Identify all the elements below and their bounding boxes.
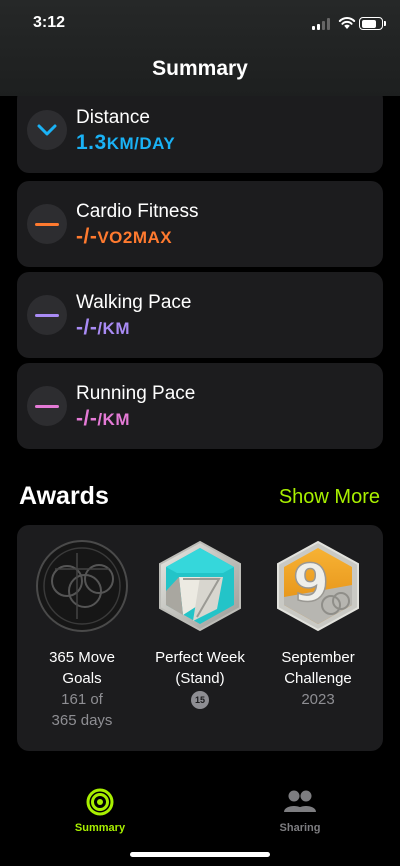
- award-year: 2023: [301, 691, 335, 708]
- 365-medal-icon: [36, 540, 128, 632]
- header-bar: 3:12 Summary: [0, 0, 400, 96]
- awards-heading: Awards: [19, 482, 109, 510]
- medal-number: 9: [293, 554, 329, 614]
- award-365-move-goals[interactable]: 365 Move Goals 161 of 365 days: [27, 539, 137, 731]
- tab-summary[interactable]: Summary: [55, 788, 145, 834]
- award-progress: 161 of 365 days: [51, 691, 113, 729]
- september-challenge-medal-icon: 9: [277, 540, 359, 632]
- award-count-badge: 15: [191, 691, 209, 709]
- dash-indicator: [27, 386, 67, 426]
- metric-label: Cardio Fitness: [76, 201, 199, 222]
- battery-icon: [359, 17, 386, 30]
- activity-rings-icon: [86, 788, 114, 816]
- tab-label: Sharing: [279, 822, 321, 834]
- metric-card-distance[interactable]: Distance 1.3KM/DAY: [17, 87, 383, 173]
- status-time: 3:12: [33, 14, 66, 31]
- metric-value: -/-/KM: [76, 407, 130, 430]
- cellular-signal-icon: [312, 18, 330, 30]
- metric-card-walking-pace[interactable]: Walking Pace -/-/KM: [17, 272, 383, 358]
- metric-label: Distance: [76, 107, 150, 128]
- show-more-link[interactable]: Show More: [279, 486, 380, 509]
- metric-value: 1.3KM/DAY: [76, 131, 176, 154]
- awards-panel: 365 Move Goals 161 of 365 days Perfect Wee…: [17, 525, 383, 751]
- dash-indicator: [27, 204, 67, 244]
- dash-icon: [35, 313, 59, 317]
- metric-label: Running Pace: [76, 383, 196, 404]
- status-bar: 3:12: [0, 14, 400, 34]
- dash-indicator: [27, 295, 67, 335]
- tab-label: Summary: [74, 822, 126, 834]
- metric-card-cardio-fitness[interactable]: Cardio Fitness -/-VO2MAX: [17, 181, 383, 267]
- home-indicator[interactable]: [130, 852, 270, 857]
- collapse-toggle[interactable]: [27, 110, 67, 150]
- perfect-week-medal-icon: [159, 540, 241, 632]
- award-name: Perfect Week (Stand): [155, 649, 245, 687]
- award-name: 365 Move Goals: [49, 649, 115, 687]
- wifi-icon: [338, 17, 356, 29]
- dash-icon: [35, 222, 59, 226]
- award-september-challenge[interactable]: 9 September Challenge 2023: [263, 539, 373, 710]
- metric-value: -/-/KM: [76, 316, 130, 339]
- award-perfect-week-stand[interactable]: Perfect Week (Stand) 15: [145, 539, 255, 709]
- metric-label: Walking Pace: [76, 292, 192, 313]
- dash-icon: [35, 404, 59, 408]
- people-icon: [284, 790, 316, 812]
- award-name: September Challenge: [281, 649, 355, 687]
- metric-value: -/-VO2MAX: [76, 225, 173, 248]
- chevron-down-icon: [37, 124, 57, 136]
- metric-card-running-pace[interactable]: Running Pace -/-/KM: [17, 363, 383, 449]
- page-title: Summary: [152, 57, 248, 80]
- tab-sharing[interactable]: Sharing: [255, 788, 345, 834]
